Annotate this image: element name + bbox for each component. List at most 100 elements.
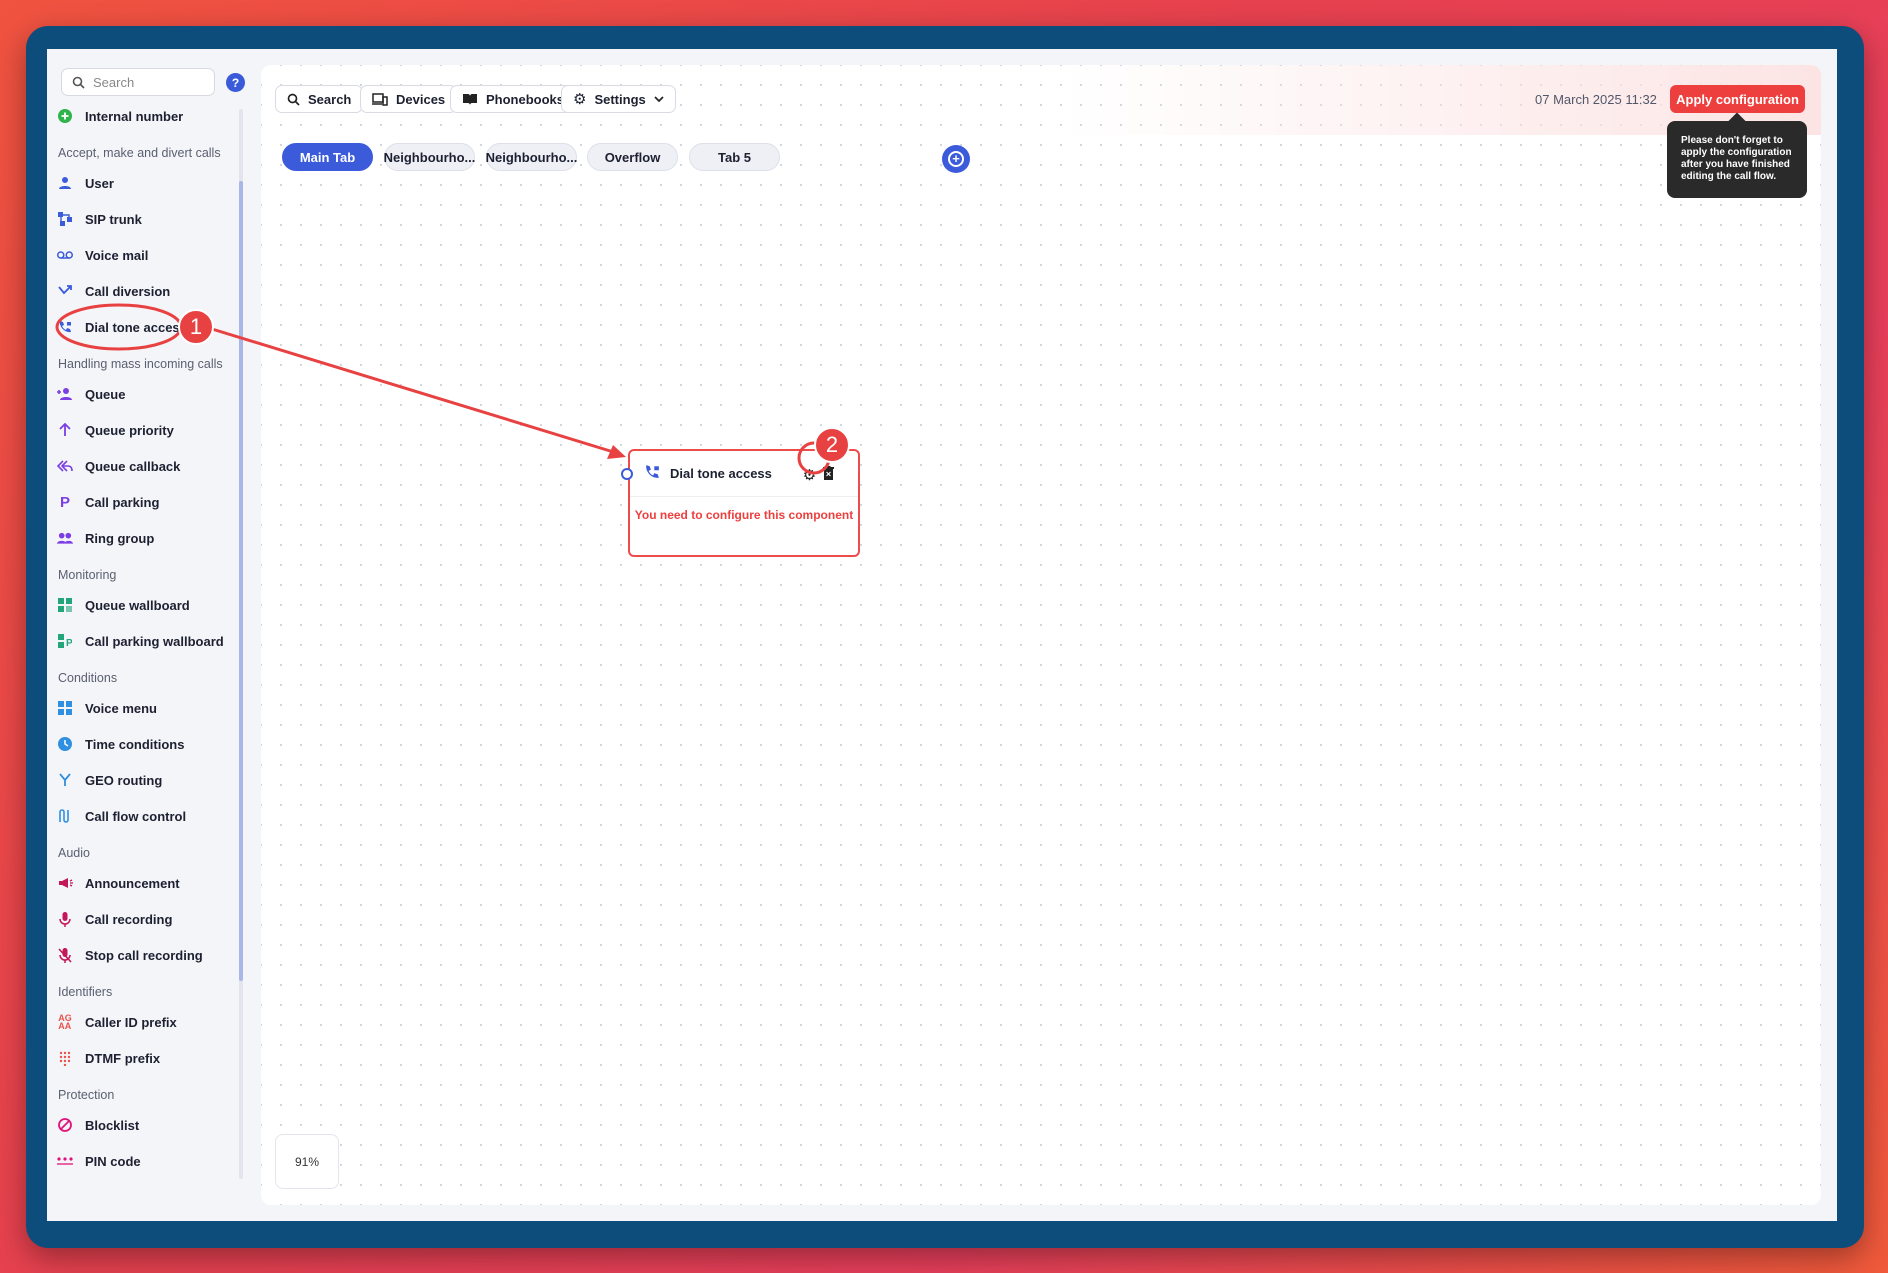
sidebar-item-announcement[interactable]: Announcement	[57, 869, 180, 897]
plus-circle-icon	[57, 108, 73, 124]
sidebar-item-ring-group[interactable]: Ring group	[57, 524, 154, 552]
sidebar-item-label: Internal number	[85, 108, 184, 124]
microphone-off-icon	[57, 947, 73, 963]
zoom-level[interactable]: 91%	[275, 1134, 339, 1189]
sidebar-scrollbar-thumb[interactable]	[239, 181, 243, 981]
help-icon[interactable]: ?	[226, 73, 245, 92]
sidebar-item-call-parking-wallboard[interactable]: P Call parking wallboard	[57, 627, 224, 655]
pin-dots-icon	[57, 1153, 73, 1169]
clock-icon	[57, 736, 73, 752]
sidebar-item-queue[interactable]: Queue	[57, 380, 125, 408]
devices-button-label: Devices	[396, 91, 446, 107]
tab-overflow[interactable]: Overflow	[587, 143, 678, 171]
node-delete-icon[interactable]	[823, 466, 835, 482]
sidebar-item-internal-number[interactable]: Internal number	[57, 102, 183, 130]
group-icon	[57, 530, 73, 546]
dial-tone-access-node[interactable]: Dial tone access ⚙ You need to configure…	[621, 449, 860, 557]
sidebar-item-call-diversion[interactable]: Call diversion	[57, 277, 170, 305]
sidebar-item-queue-wallboard[interactable]: Queue wallboard	[57, 591, 190, 619]
sidebar-item-label: Call flow control	[85, 808, 187, 824]
settings-dropdown[interactable]: ⚙ Settings	[561, 85, 676, 113]
component-sidebar: Search ? Internal number Accept, make an…	[47, 49, 247, 1221]
sidebar-item-voice-menu[interactable]: Voice menu	[57, 694, 157, 722]
voice-menu-icon	[57, 700, 73, 716]
step-badge-2: 2	[814, 427, 850, 463]
queue-icon	[57, 386, 73, 402]
reply-all-icon	[57, 458, 73, 474]
routing-icon	[57, 772, 73, 788]
sidebar-item-dtmf-prefix[interactable]: DTMF prefix	[57, 1044, 160, 1072]
user-icon	[57, 175, 73, 191]
apply-configuration-button[interactable]: Apply configuration	[1670, 85, 1805, 113]
devices-icon	[372, 92, 388, 106]
tab-5[interactable]: Tab 5	[689, 143, 780, 171]
block-icon	[57, 1117, 73, 1133]
sidebar-item-label: SIP trunk	[85, 211, 142, 227]
sidebar-item-stop-call-recording[interactable]: Stop call recording	[57, 941, 203, 969]
sidebar-item-dial-tone-access[interactable]: Dial tone access	[57, 313, 187, 341]
sidebar-item-label: User	[85, 175, 114, 191]
sidebar-item-queue-callback[interactable]: Queue callback	[57, 452, 180, 480]
search-button[interactable]: Search	[275, 85, 364, 113]
sidebar-item-time-conditions[interactable]: Time conditions	[57, 730, 184, 758]
sidebar-item-label: Stop call recording	[85, 947, 203, 963]
sidebar-item-label: Call diversion	[85, 283, 171, 299]
sidebar-search-placeholder: Search	[93, 74, 135, 90]
step-badge-1: 1	[178, 309, 214, 345]
sidebar-item-label: Ring group	[85, 530, 155, 546]
chevron-down-icon	[654, 95, 664, 102]
sidebar-item-call-parking[interactable]: P Call parking	[57, 488, 159, 516]
plus-icon: +	[948, 151, 964, 167]
sidebar-item-blocklist[interactable]: Blocklist	[57, 1111, 139, 1139]
sidebar-item-call-flow-control[interactable]: Call flow control	[57, 802, 186, 830]
sidebar-item-pin-code[interactable]: PIN code	[57, 1147, 141, 1175]
section-heading: Handling mass incoming calls	[58, 357, 223, 371]
sidebar-scrollbar[interactable]	[239, 109, 243, 1179]
tab-neighbourhood-1[interactable]: Neighbourho...	[384, 143, 475, 171]
keypad-icon	[57, 1050, 73, 1066]
add-tab-button[interactable]: +	[942, 145, 970, 173]
sidebar-item-label: Queue wallboard	[85, 597, 190, 613]
sidebar-item-user[interactable]: User	[57, 169, 114, 197]
sidebar-item-call-recording[interactable]: Call recording	[57, 905, 172, 933]
sidebar-item-label: Call parking wallboard	[85, 633, 224, 649]
parking-wallboard-icon: P	[57, 633, 73, 649]
node-warning-message: You need to configure this component	[634, 508, 854, 522]
tab-main[interactable]: Main Tab	[282, 143, 373, 171]
phonebooks-button[interactable]: Phonebooks	[450, 85, 577, 113]
section-heading: Conditions	[58, 671, 118, 685]
diversion-arrow-icon	[57, 283, 73, 299]
sidebar-item-label: Dial tone access	[85, 319, 187, 335]
sidebar-search-input[interactable]: Search	[61, 68, 215, 96]
apply-reminder-tooltip: Please don't forget to apply the configu…	[1667, 121, 1807, 198]
sidebar-item-caller-id-prefix[interactable]: AG AA Caller ID prefix	[57, 1008, 177, 1036]
sidebar-item-label: PIN code	[85, 1153, 141, 1169]
sidebar-item-label: Voice menu	[85, 700, 158, 716]
svg-text:P: P	[66, 638, 72, 648]
sidebar-item-voice-mail[interactable]: Voice mail	[57, 241, 148, 269]
sidebar-item-sip-trunk[interactable]: SIP trunk	[57, 205, 142, 233]
phone-lock-icon	[644, 464, 660, 483]
phone-lock-icon	[57, 319, 73, 335]
devices-button[interactable]: Devices	[360, 85, 458, 113]
call-flow-canvas[interactable]: Search Devices Phonebooks ⚙ Settings 07 …	[261, 65, 1821, 1205]
sidebar-item-geo-routing[interactable]: GEO routing	[57, 766, 162, 794]
app-screen: Search ? Internal number Accept, make an…	[47, 49, 1837, 1221]
gear-icon: ⚙	[573, 91, 587, 108]
sidebar-item-label: Call recording	[85, 911, 173, 927]
sidebar-item-queue-priority[interactable]: Queue priority	[57, 416, 174, 444]
book-icon	[463, 93, 477, 105]
tab-neighbourhood-2[interactable]: Neighbourho...	[486, 143, 577, 171]
section-heading: Protection	[58, 1088, 115, 1102]
section-heading: Monitoring	[58, 568, 117, 582]
sidebar-item-label: Call parking	[85, 494, 160, 510]
sidebar-item-label: Time conditions	[85, 736, 185, 752]
sidebar-item-label: DTMF prefix	[85, 1050, 161, 1066]
microphone-icon	[57, 911, 73, 927]
sidebar-item-label: Queue callback	[85, 458, 181, 474]
parking-icon: P	[59, 493, 70, 511]
section-heading: Accept, make and divert calls	[58, 146, 221, 160]
node-settings-icon[interactable]: ⚙	[801, 466, 818, 484]
voicemail-icon	[57, 247, 73, 263]
search-button-label: Search	[308, 91, 352, 107]
